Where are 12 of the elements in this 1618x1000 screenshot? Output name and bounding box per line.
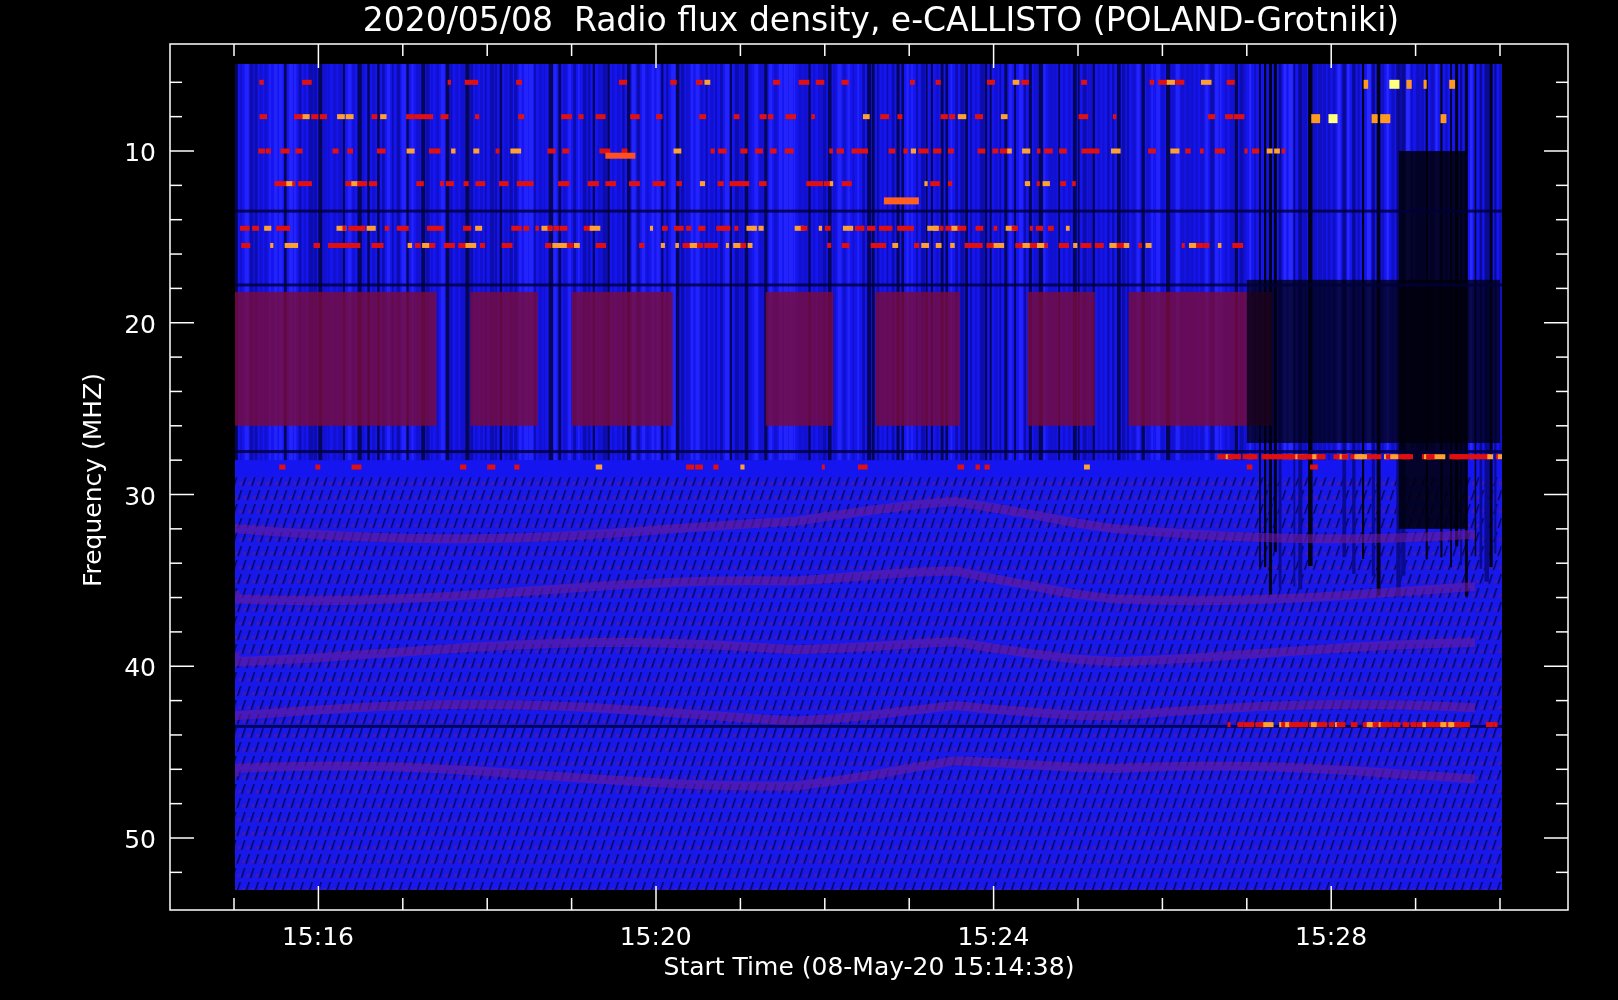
x-tick-label: 15:24 (957, 922, 1030, 951)
x-tick-label: 15:28 (1295, 922, 1368, 951)
y-axis-label: Frequency (MHZ) (78, 372, 107, 588)
x-tick-label: 15:16 (282, 922, 354, 951)
y-tick-label: 40 (124, 653, 156, 683)
x-tick-label: 15:20 (619, 922, 692, 951)
y-tick-label: 10 (124, 138, 156, 167)
x-axis-label: Start Time (08-May-20 15:14:38) (663, 952, 1075, 981)
y-tick-label: 50 (124, 825, 156, 854)
y-tick-label: 20 (124, 309, 156, 339)
y-tick-label: 30 (124, 481, 156, 511)
chart-title: 2020/05/08 Radio flux density, e-CALLISTO (POLAND-Grotniki) (362, 0, 1400, 39)
